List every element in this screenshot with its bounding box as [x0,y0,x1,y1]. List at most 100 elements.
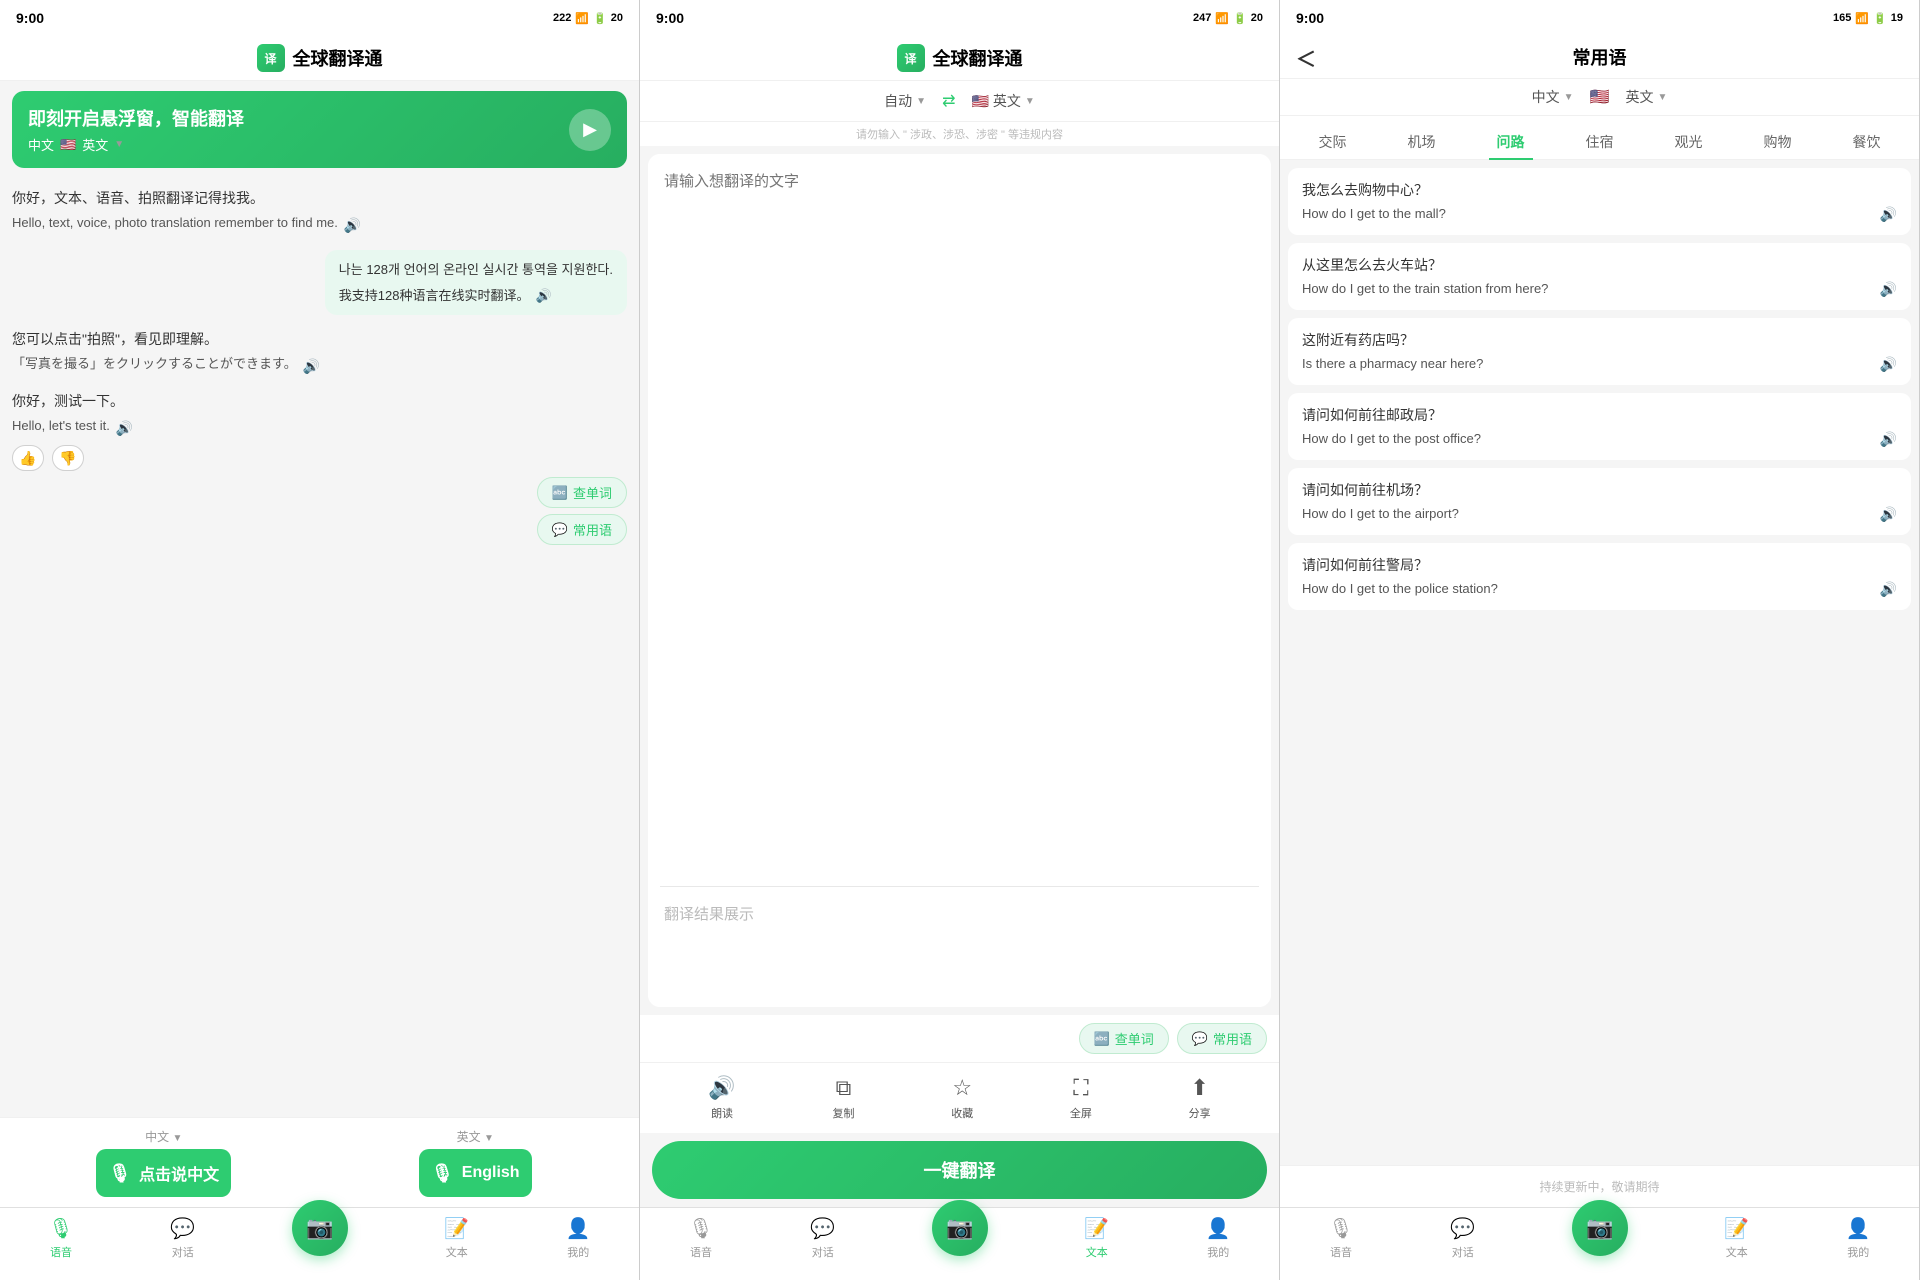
speaker-icon: 🔊 [708,1075,735,1101]
nav-voice-3[interactable]: 🎙 语音 [1328,1216,1353,1260]
status-time-1: 9:00 [16,10,44,26]
phrase-en-1: How do I get to the train station from h… [1302,281,1897,298]
sound-icon-phrase-1[interactable]: 🔊 [1880,281,1897,298]
nav-text-1[interactable]: 📝 文本 [444,1216,469,1260]
nav-chat-3[interactable]: 💬 对话 [1450,1216,1475,1260]
tool-read-aloud[interactable]: 🔊 朗读 [708,1075,735,1121]
voice-right: 英文 ▼ 🎙 English [324,1128,628,1197]
back-button[interactable]: ＜ [1296,43,1316,72]
phrase-button-2[interactable]: 💬 常用语 [1177,1023,1267,1054]
bottom-nav-2: 🎙 语音 💬 对话 📷 📝 文本 👤 我的 [640,1207,1279,1280]
nav-mine-1[interactable]: 👤 我的 [566,1216,591,1260]
phrase-en-0: How do I get to the mall? 🔊 [1302,206,1897,223]
warning-text: 请勿输入 " 涉政、涉恐、涉密 " 等违规内容 [640,122,1279,146]
phrase-item-3[interactable]: 请问如何前往邮政局？ How do I get to the post offi… [1288,393,1911,460]
phrase-item-2[interactable]: 这附近有药店吗？ Is there a pharmacy near here? … [1288,318,1911,385]
sound-icon-1[interactable]: 🔊 [344,215,361,236]
sound-icon-phrase-2[interactable]: 🔊 [1880,356,1897,373]
nav-text-2[interactable]: 📝 文本 [1084,1216,1109,1260]
phrase-list: 我怎么去购物中心？ How do I get to the mall? 🔊 从这… [1280,160,1919,1165]
lang-to-selector[interactable]: 🇺🇸 英文 ▼ [971,91,1034,111]
vocab-icon-1: 🔤 [552,485,568,501]
play-button[interactable]: ▶ [569,109,611,151]
nav-camera-2[interactable]: 📷 [932,1200,988,1256]
nav-mine-2[interactable]: 👤 我的 [1206,1216,1231,1260]
bubble-ko-2: 나는 128개 언어의 온라인 실시간 통역을 지원한다. [339,260,613,280]
bottom-nav-1: 🎙 语音 💬 对话 📷 📝 文本 👤 我的 [0,1207,639,1280]
translate-button[interactable]: 一键翻译 [652,1141,1267,1199]
voice-left: 中文 ▼ 🎙 点击说中文 [12,1128,316,1197]
sound-icon-phrase-3[interactable]: 🔊 [1880,431,1897,448]
bubble-en-4: Hello, let's test it. 🔊 [12,416,473,439]
tab-directions[interactable]: 问路 [1489,126,1533,160]
tab-airport[interactable]: 机场 [1400,126,1444,160]
swap-icon[interactable]: ⇄ [942,91,955,111]
translation-input[interactable] [648,154,1271,886]
nav-chat-1[interactable]: 💬 对话 [170,1216,195,1260]
chevron-down-icon-1: ▼ [114,139,124,150]
sound-icon-2[interactable]: 🔊 [535,286,551,306]
app-header-1: 译 全球翻译通 [0,36,639,81]
vocab-button-1[interactable]: 🔤 查单词 [537,477,627,508]
chat-group-3: 您可以点击"拍照"，看见即理解。 「写真を撮る」をクリックすることができます。 … [12,329,627,377]
user-nav-icon-2: 👤 [1206,1216,1231,1241]
panel-phrases: 9:00 165 📶 🔋 19 ＜ 常用语 中文 ▼ 🇺🇸 英文 ▼ 交际 机场… [1280,0,1920,1280]
copy-icon: ⧉ [836,1075,852,1101]
thumbs-down-button[interactable]: 👎 [52,445,84,471]
flag-emoji-2: 🇺🇸 [971,93,988,110]
nav-mine-3[interactable]: 👤 我的 [1846,1216,1871,1260]
sound-icon-phrase-4[interactable]: 🔊 [1880,506,1897,523]
nav-voice-2[interactable]: 🎙 语音 [688,1216,713,1260]
share-icon: ⬆ [1190,1075,1208,1101]
phrase-zh-0: 我怎么去购物中心？ [1302,180,1897,200]
tool-share[interactable]: ⬆ 分享 [1189,1075,1211,1121]
chat-nav-icon-3: 💬 [1450,1216,1475,1241]
tab-social[interactable]: 交际 [1311,126,1355,160]
page-title-3: 常用语 [1573,44,1627,70]
promo-banner[interactable]: 即刻开启悬浮窗，智能翻译 中文 🇺🇸 英文 ▼ ▶ [12,91,627,168]
lang-switch-bar-2: 自动 ▼ ⇄ 🇺🇸 英文 ▼ [640,81,1279,122]
phrase-lang-to[interactable]: 英文 ▼ [1625,87,1667,107]
tab-lodging[interactable]: 住宿 [1578,126,1622,160]
sound-icon-3[interactable]: 🔊 [303,356,320,377]
tool-favorite[interactable]: ☆ 收藏 [951,1075,973,1121]
bubble-zh-1: 你好，文本、语音、拍照翻译记得找我。 [12,188,473,209]
sound-icon-phrase-0[interactable]: 🔊 [1880,206,1897,223]
phrase-item-5[interactable]: 请问如何前往警局？ How do I get to the police sta… [1288,543,1911,610]
nav-camera-3[interactable]: 📷 [1572,1200,1628,1256]
bubble-box-2: 나는 128개 언어의 온라인 실시간 통역을 지원한다. 我支持128种语言在… [325,250,627,315]
phrase-zh-4: 请问如何前往机场？ [1302,480,1897,500]
status-icons-1: 222 📶 🔋 20 [553,12,623,25]
fullscreen-icon: ⛶ [1073,1075,1088,1101]
sound-icon-4[interactable]: 🔊 [116,418,133,439]
tab-shopping[interactable]: 购物 [1756,126,1800,160]
phrase-item-1[interactable]: 从这里怎么去火车站？ How do I get to the train sta… [1288,243,1911,310]
lang-from-selector[interactable]: 自动 ▼ [884,91,926,111]
phrase-item-0[interactable]: 我怎么去购物中心？ How do I get to the mall? 🔊 [1288,168,1911,235]
tool-icons-row: 🔊 朗读 ⧉ 复制 ☆ 收藏 ⛶ 全屏 ⬆ 分享 [640,1062,1279,1133]
mic-nav-icon-3: 🎙 [1328,1216,1353,1241]
phrase-en-2: Is there a pharmacy near here? 🔊 [1302,356,1897,373]
camera-icon-1: 📷 [306,1215,333,1241]
thumbs-up-button[interactable]: 👍 [12,445,44,471]
voice-btn-chinese[interactable]: 🎙 点击说中文 [96,1149,231,1197]
nav-voice-1[interactable]: 🎙 语音 [48,1216,73,1260]
translation-result-area: 翻译结果展示 [648,887,1271,1007]
feedback-buttons: 👍 👎 [12,445,473,471]
sound-icon-phrase-5[interactable]: 🔊 [1880,581,1897,598]
phrase-lang-from[interactable]: 中文 ▼ [1532,87,1574,107]
tool-copy[interactable]: ⧉ 复制 [832,1075,854,1121]
tab-dining[interactable]: 餐饮 [1845,126,1889,160]
phrase-item-4[interactable]: 请问如何前往机场？ How do I get to the airport? 🔊 [1288,468,1911,535]
voice-btn-english[interactable]: 🎙 English [419,1149,532,1197]
nav-camera-1[interactable]: 📷 [292,1200,348,1256]
vocab-button-2[interactable]: 🔤 查单词 [1079,1023,1169,1054]
tool-fullscreen[interactable]: ⛶ 全屏 [1070,1075,1092,1121]
nav-text-3[interactable]: 📝 文本 [1724,1216,1749,1260]
nav-chat-2[interactable]: 💬 对话 [810,1216,835,1260]
phrase-button-1[interactable]: 💬 常用语 [537,514,627,545]
tab-sightseeing[interactable]: 观光 [1667,126,1711,160]
action-buttons-4: 🔤 查单词 💬 常用语 [12,477,627,545]
panel-text-translate: 9:00 247 📶 🔋 20 译 全球翻译通 自动 ▼ ⇄ 🇺🇸 英文 ▼ 请… [640,0,1280,1280]
camera-icon-3: 📷 [1586,1215,1613,1241]
